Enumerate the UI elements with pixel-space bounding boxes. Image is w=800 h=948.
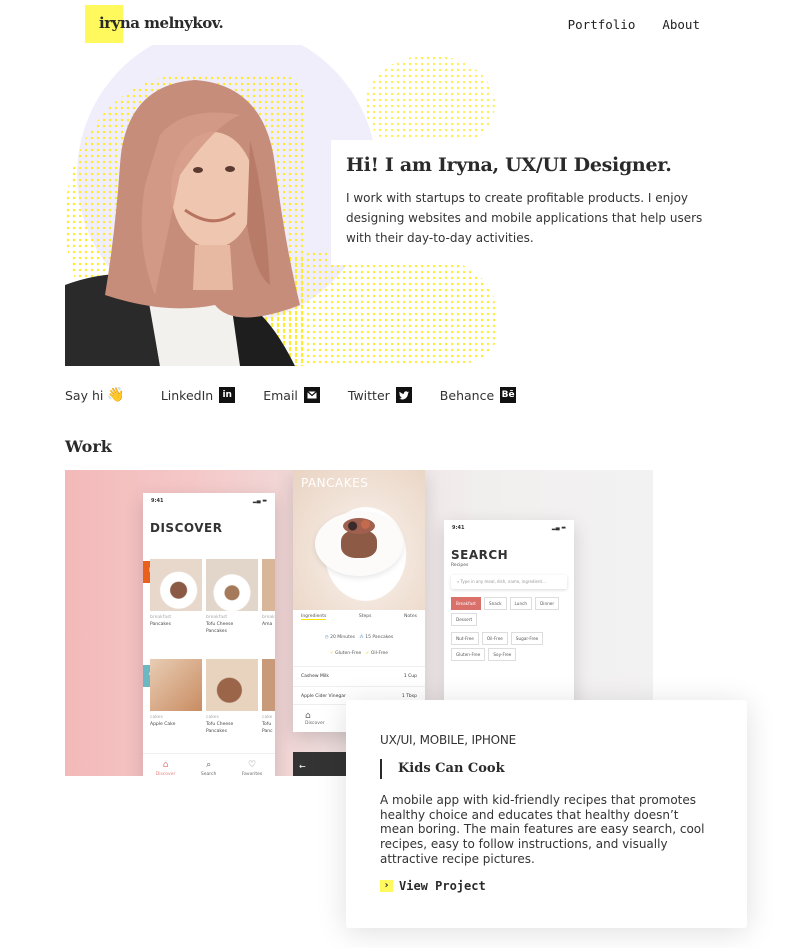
recipe-tab-ingredients: Ingredients (301, 614, 327, 620)
say-hi-label: Say hi (65, 387, 104, 403)
status-bar: 9:41 ▂▄ ▬ (444, 520, 574, 536)
recipe-tab-notes: Notes (404, 614, 417, 619)
filter-chips: Breakfast Snack Lunch Dinner Dessert Nut… (444, 589, 574, 661)
waving-hand-icon: 👋 (107, 387, 125, 403)
search-heading: SEARCH (451, 548, 509, 562)
recipe-screen-mockup: PANCAKES Ingredients Steps Notes ◷ 20 Mi… (293, 470, 425, 732)
project-description: A mobile app with kid-friendly recipes t… (380, 793, 705, 866)
chip: Oil-Free (481, 632, 508, 645)
chip: Snack (483, 597, 507, 610)
twitter-icon (395, 387, 412, 403)
home-icon: ⌂ (162, 760, 169, 770)
chip: Sugar-Free (510, 632, 544, 645)
linkedin-link[interactable]: LinkedIn in (160, 387, 236, 403)
email-label: Email (263, 387, 298, 403)
email-link[interactable]: Email (263, 387, 320, 403)
chip: Dinner (535, 597, 560, 610)
recipe-title: PANCAKES (301, 476, 369, 490)
email-icon (303, 387, 320, 403)
linkedin-label: LinkedIn (160, 387, 214, 403)
nav-about[interactable]: About (662, 17, 700, 32)
check-icon: ✓ (365, 651, 370, 656)
signal-battery-icon: ▂▄ ▬ (252, 498, 267, 504)
back-arrow-icon: ← (299, 762, 306, 771)
mockup-tab-discover: ⌂ Discover (155, 760, 176, 776)
search-screen-mockup: 9:41 ▂▄ ▬ SEARCH Recipes ⌕ Type in any m… (444, 520, 574, 715)
ingredient-row: Cashew Milk 1 Cup (293, 666, 425, 686)
status-time: 9:41 (452, 525, 465, 531)
chip: Nut-Free (451, 632, 479, 645)
recipe-caption: break Ama (262, 615, 275, 627)
linkedin-icon: in (219, 387, 236, 403)
search-icon: ⌕ (206, 760, 212, 770)
social-links: Say hi 👋 LinkedIn in Email Twitter Behan… (65, 387, 544, 403)
mockup-tab-bar: ⌂ Discover ⌕ Search ♡ Favorites (143, 753, 275, 776)
main-nav: Portfolio About (568, 17, 700, 32)
status-bar: 9:41 ▂▄ ▬ (143, 493, 275, 509)
work-section-title: Work (65, 437, 112, 456)
berries (343, 518, 375, 534)
recipe-tab-steps: Steps (358, 614, 372, 619)
back-arrow-strip: ← (293, 752, 349, 776)
pancake-stack (341, 530, 377, 558)
recipe-thumbnail (206, 659, 258, 711)
site-logo[interactable]: iryna melnykov. (99, 14, 224, 32)
chip-breakfast: Breakfast (451, 597, 481, 610)
status-time: 9:41 (151, 498, 164, 504)
pancake-photo (293, 470, 425, 610)
behance-label: Behance (439, 387, 495, 403)
twitter-link[interactable]: Twitter (348, 387, 412, 403)
recipe-thumbnail (150, 659, 202, 711)
view-project-label: View Project (399, 878, 486, 893)
recipe-thumbnail (262, 559, 275, 611)
chip: Lunch (509, 597, 533, 610)
servings-icon: ⁂ (359, 635, 364, 640)
search-icon: ⌕ (457, 579, 460, 584)
hero-intro: Hi! I am Iryna, UX/UI Designer. I work w… (331, 140, 711, 265)
recipe-caption: breakfast Tofu Cheese Pancakes (206, 615, 234, 634)
search-subtitle: Recipes (451, 563, 469, 568)
mockup-tab-search: ⌕ Search (200, 760, 217, 776)
project-card: UX/UI, MOBILE, IPHONE Kids Can Cook A mo… (346, 700, 747, 928)
check-icon: ✓ (329, 651, 334, 656)
recipe-thumbnail (206, 559, 258, 611)
project-tags: UX/UI, MOBILE, IPHONE (380, 733, 517, 747)
recipe-caption: cakes Tofu Cheese Pancakes (206, 715, 234, 734)
recipe-tabs: Ingredients Steps Notes (293, 610, 425, 624)
recipe-caption: cake Tofu Panc (262, 715, 273, 734)
recipe-caption: breakfast Pancakes (150, 615, 172, 627)
hero-description: I work with startups to create profitabl… (346, 191, 703, 245)
nav-portfolio[interactable]: Portfolio (568, 17, 636, 32)
clock-icon: ◷ (324, 635, 329, 640)
say-hi: Say hi 👋 (65, 387, 125, 403)
chip: Gluten-Free (451, 648, 486, 661)
chip: Soy-Free (488, 648, 517, 661)
project-title: Kids Can Cook (380, 759, 713, 779)
heart-icon: ♡ (248, 760, 257, 770)
view-project-link[interactable]: › View Project (380, 879, 713, 893)
discover-screen-mockup: 9:41 ▂▄ ▬ DISCOVER PANCAKES breakfastPan… (143, 493, 275, 776)
behance-link[interactable]: Behance Bē (439, 387, 517, 403)
discover-heading: DISCOVER (150, 521, 223, 535)
recipe-thumbnail (150, 559, 202, 611)
recipe-thumbnail (262, 659, 275, 711)
signal-battery-icon: ▂▄ ▬ (551, 525, 566, 531)
chip: Dessert (451, 613, 478, 626)
recipe-caption: cakes Apple Cake (150, 715, 176, 727)
twitter-label: Twitter (347, 387, 390, 403)
hero-title: Hi! I am Iryna, UX/UI Designer. (346, 154, 672, 176)
recipe-meta: ◷ 20 Minutes ⁂ 15 Pancakes ✓ Gluten-Free… (324, 635, 394, 656)
mockup-tab-favorites: ♡ Favorites (241, 760, 263, 776)
mockup-search-box: ⌕ Type in any meal, dish, name, ingredie… (451, 575, 567, 589)
chevron-right-icon: › (380, 879, 393, 892)
behance-icon: Bē (500, 387, 517, 403)
